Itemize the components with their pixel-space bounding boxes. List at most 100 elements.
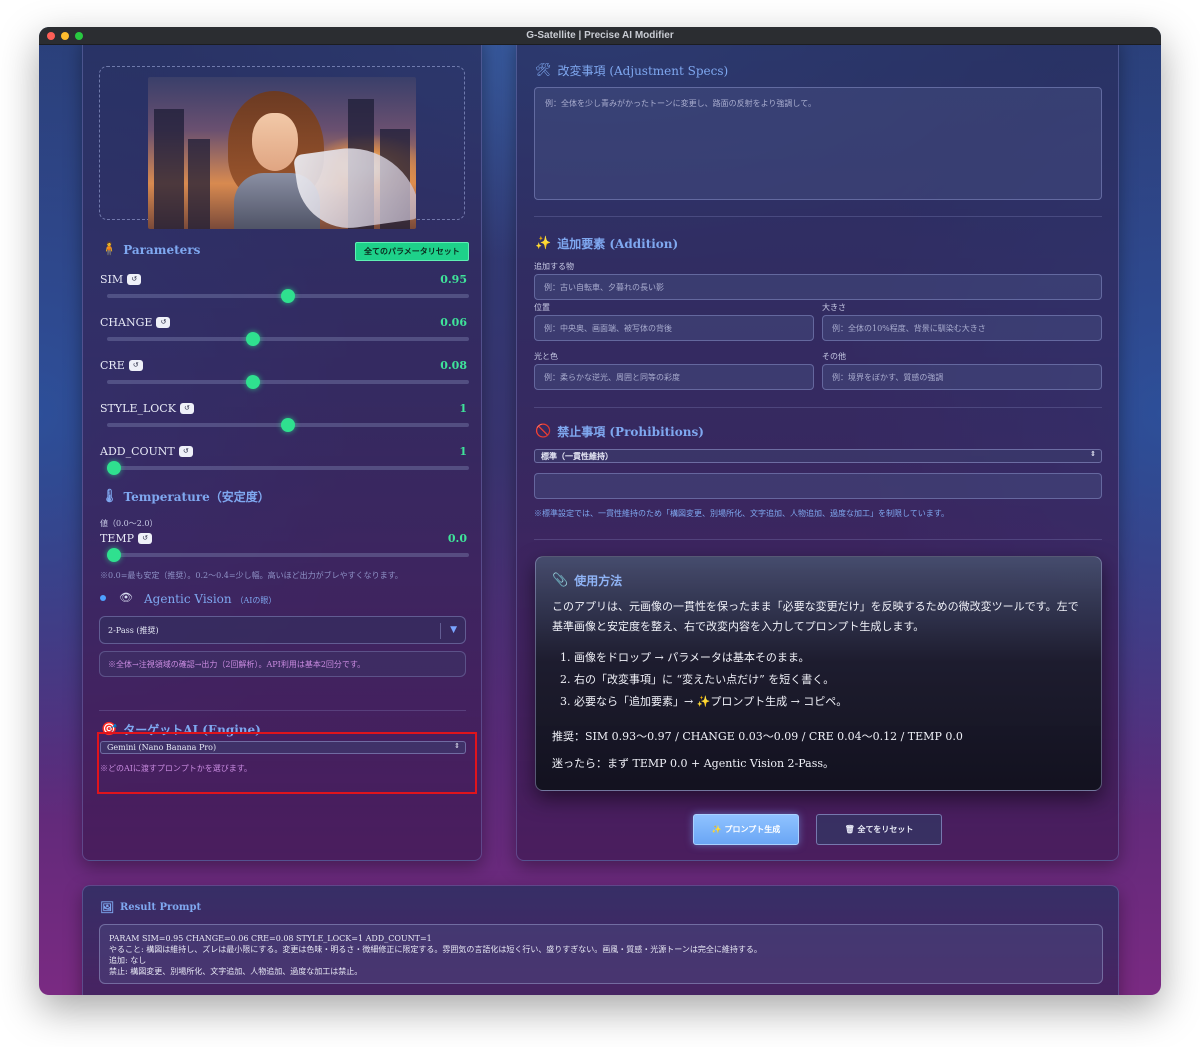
param-value: 0.06 [440,316,467,329]
param-value: 0.95 [440,273,467,286]
status-dot [100,595,106,601]
agentic-vision-select[interactable]: 2-Pass (推奨) ▼ [99,616,466,644]
reset-icon[interactable]: ↺ [127,274,142,285]
result-line: PARAM SIM=0.95 CHANGE=0.06 CRE=0.08 STYL… [109,934,432,943]
generate-prompt-button[interactable]: ✨ プロンプト生成 [693,814,799,845]
result-prompt-textarea[interactable]: PARAM SIM=0.95 CHANGE=0.06 CRE=0.08 STYL… [99,924,1103,984]
slider-thumb[interactable] [281,289,295,303]
usage-tip: 迷ったら：まず TEMP 0.0 + Agentic Vision 2-Pass… [552,757,835,770]
result-line: やること: 構図は維持し、ズレは最小限にする。変更は色味・明るさ・微細修正に限定… [109,945,762,954]
other-label: その他 [822,352,846,361]
add-item-input[interactable]: 例：古い自転車、夕暮れの長い影 [534,274,1102,300]
divider [534,539,1102,540]
slider-thumb[interactable] [246,375,261,389]
app-window: G-Satellite | Precise AI Modifier 🧍 Para… [39,27,1161,995]
image-drop-zone[interactable] [99,66,465,229]
agentic-vision-title: Agentic Vision （AIの眼） [144,592,277,606]
reset-icon[interactable]: ↺ [128,360,143,371]
param-label-change: CHANGE ↺ [100,316,171,329]
updown-icon: ⇕ [1090,450,1096,458]
image-icon: 🖼 [100,901,114,914]
slider-thumb[interactable] [246,332,261,346]
temperature-title: 🌡 Temperature（安定度） [101,489,270,504]
usage-step: 右の「改変事項」に “変えたい点だけ” を短く書く。 [574,671,1089,687]
person-icon: 🧍 [101,242,118,257]
usage-step: 画像をドロップ → パラメータは基本そのまま。 [574,649,1089,665]
adjustment-specs-textarea[interactable]: 例：全体を少し青みがかったトーンに変更し、路面の反射をより強調して。 [534,87,1102,200]
light-color-input[interactable]: 例：柔らかな逆光、周囲と同等の彩度 [534,364,814,390]
prohibitions-note: ※標準設定では、一貫性維持のため「構図変更、別場所化、文字追加、人物追加、過度な… [534,509,949,518]
add-item-label: 追加する物 [534,262,574,271]
reference-image [148,77,416,229]
updown-icon: ⇕ [454,742,460,750]
prohibitions-select[interactable]: 標準（一貫性維持） ⇕ [534,449,1102,463]
addition-title: ✨ 追加要素 (Addition) [535,236,679,251]
zoom-window-button[interactable] [75,32,83,40]
param-label-style-lock: STYLE_LOCK ↺ [100,402,194,415]
thermometer-icon: 🌡 [101,489,118,504]
usage-recommend: 推奨：SIM 0.93〜0.97 / CHANGE 0.03〜0.09 / CR… [552,730,963,743]
tools-icon: 🛠 [535,63,552,78]
light-color-label: 光と色 [534,352,558,361]
other-input[interactable]: 例：境界をぼかす、質感の強調 [822,364,1102,390]
usage-intro: このアプリは、元画像の一貫性を保ったまま「必要な変更だけ」を反映するための微改変… [552,600,1079,633]
usage-card: 📎 使用方法 このアプリは、元画像の一貫性を保ったまま「必要な変更だけ」を反映す… [535,556,1102,791]
param-label-cre: CRE ↺ [100,359,143,372]
param-value: 0.08 [440,359,467,372]
divider [99,710,466,711]
param-label-sim: SIM ↺ [100,273,142,286]
custom-prohibition-input[interactable] [534,473,1102,499]
temp-reset-icon[interactable]: ↺ [138,533,153,544]
divider [534,407,1102,408]
close-window-button[interactable] [47,32,55,40]
reset-icon[interactable]: ↺ [156,317,171,328]
param-value: 1 [459,402,467,415]
right-panel: 🛠 改変事項 (Adjustment Specs) 例：全体を少し青みがかったト… [516,45,1119,861]
minimize-window-button[interactable] [61,32,69,40]
size-label: 大きさ [822,303,846,312]
temp-label: TEMP ↺ [100,532,153,545]
result-panel: 🖼 Result Prompt PARAM SIM=0.95 CHANGE=0.… [82,885,1119,995]
prohibitions-title: 🚫 禁止事項 (Prohibitions) [535,424,704,439]
slider-thumb[interactable] [281,418,295,432]
temp-hint: ※0.0=最も安定（推奨）。0.2〜0.4=少し幅。高いほど出力がブレやすくなり… [100,571,403,580]
divider [534,216,1102,217]
prohibited-icon: 🚫 [535,424,552,439]
reset-all-button[interactable]: 🗑 全てをリセット [816,814,942,845]
param-label-add-count: ADD_COUNT ↺ [100,445,193,458]
usage-steps: 画像をドロップ → パラメータは基本そのまま。右の「改変事項」に “変えたい点だ… [574,649,1089,715]
usage-step: 必要なら「追加要素」→ ✨プロンプト生成 → コピペ。 [574,693,1089,709]
result-line: 禁止: 構図変更、別場所化、文字追加、人物追加、過度な加工は禁止。 [109,967,363,976]
slider-track[interactable] [107,466,469,470]
result-line: 追加: なし [109,956,147,965]
left-panel: 🧍 Parameters 全てのパラメータリセット 🌡 Temperature（… [82,45,482,861]
target-ai-hint: ※どのAIに渡すプロンプトかを選びます。 [100,764,252,773]
adjustment-specs-title: 🛠 改変事項 (Adjustment Specs) [535,63,729,78]
parameters-title: 🧍 Parameters [101,242,201,257]
temp-slider-track[interactable] [107,553,469,557]
eye-icon: 👁 [119,591,133,604]
reset-icon[interactable]: ↺ [179,403,194,414]
reset-all-params-button[interactable]: 全てのパラメータリセット [355,242,469,261]
temp-slider-thumb[interactable] [107,548,121,562]
param-value: 1 [459,445,467,458]
usage-title: 📎 使用方法 [552,573,623,588]
slider-track[interactable] [107,337,469,341]
window-controls [47,32,83,40]
position-label: 位置 [534,303,550,312]
slider-thumb[interactable] [107,461,121,475]
agentic-vision-description: ※全体→注視領域の確認→出力（2回解析）。API利用は基本2回分です。 [99,651,466,677]
temperature-range-label: 値（0.0〜2.0） [100,519,158,528]
window-title: G-Satellite | Precise AI Modifier [526,30,674,41]
slider-track[interactable] [107,380,469,384]
paperclip-icon: 📎 [552,573,569,588]
sparkles-icon: ✨ [535,236,552,251]
temp-value: 0.0 [447,532,467,545]
chevron-down-icon: ▼ [450,625,457,635]
size-input[interactable]: 例：全体の10%程度、背景に馴染む大きさ [822,315,1102,341]
reset-icon[interactable]: ↺ [178,446,193,457]
content-area: 🧍 Parameters 全てのパラメータリセット 🌡 Temperature（… [39,45,1161,995]
position-input[interactable]: 例：中央奥、画面端、被写体の背後 [534,315,814,341]
target-ai-select[interactable]: Gemini (Nano Banana Pro) ⇕ [100,741,466,754]
title-bar: G-Satellite | Precise AI Modifier [39,27,1161,45]
